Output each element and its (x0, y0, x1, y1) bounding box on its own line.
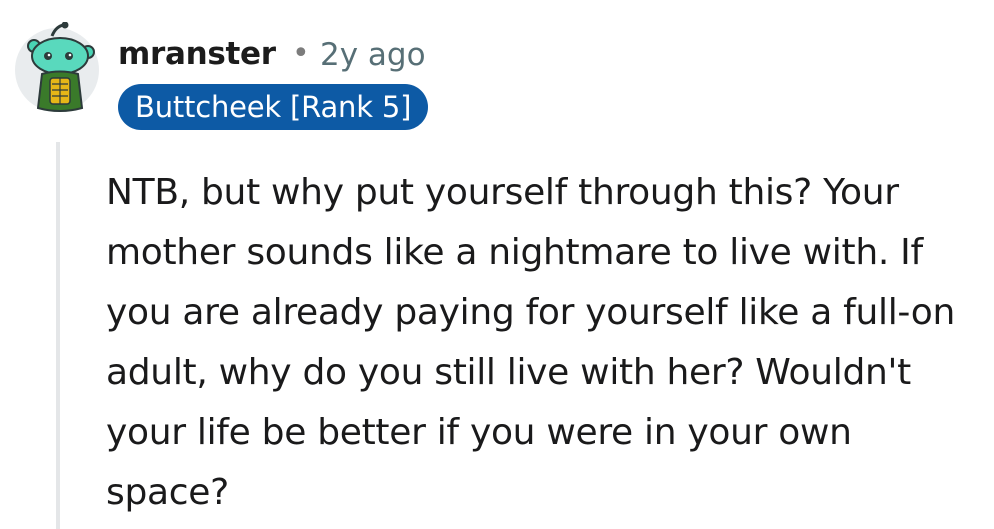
comment-body: NTB, but why put yourself through this? … (106, 172, 956, 513)
comment-timestamp[interactable]: 2y ago (320, 37, 426, 73)
user-flair-badge: Buttcheek [Rank 5] (118, 84, 429, 130)
meta-separator: • (292, 36, 310, 71)
snoo-avatar-icon[interactable] (12, 22, 102, 112)
thread-line[interactable] (56, 142, 60, 529)
comment: mranster • 2y ago Buttcheek [Rank 5] NTB… (0, 0, 994, 529)
user-flair-label: Buttcheek [Rank 5] (135, 90, 412, 124)
username-link[interactable]: mranster (118, 36, 276, 72)
